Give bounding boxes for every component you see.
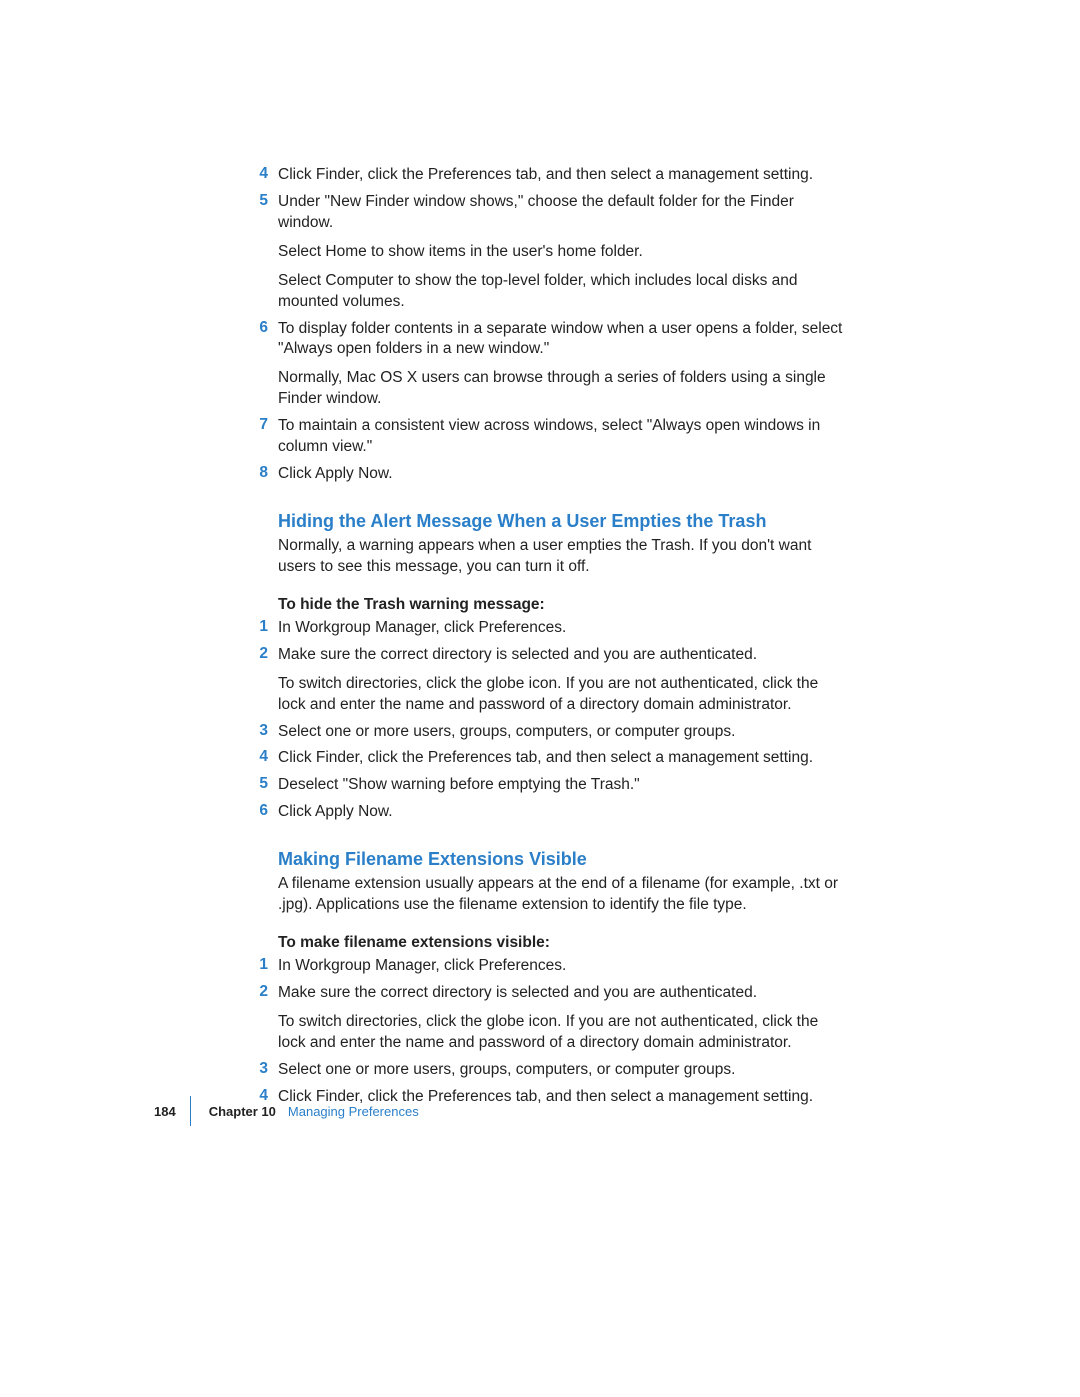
step-paragraph: In Workgroup Manager, click Preferences. [278,956,844,977]
section-intro-2: A filename extension usually appears at … [278,874,844,916]
step-paragraph: Make sure the correct directory is selec… [278,983,844,1004]
numbered-step: 4Click Finder, click the Preferences tab… [244,748,844,769]
step-body: Click Apply Now. [278,464,844,485]
step-paragraph: Select Computer to show the top-level fo… [278,271,844,313]
step-paragraph: Deselect "Show warning before emptying t… [278,775,844,796]
footer-divider [190,1096,191,1126]
step-paragraph: Under "New Finder window shows," choose … [278,192,844,234]
page-content: 4Click Finder, click the Preferences tab… [244,165,844,1114]
step-number: 2 [244,983,278,1001]
chapter-label: Chapter 10 [209,1104,276,1119]
step-number: 6 [244,319,278,337]
step-paragraph: Click Finder, click the Preferences tab,… [278,748,844,769]
step-body: To display folder contents in a separate… [278,319,844,411]
numbered-step: 5Under "New Finder window shows," choose… [244,192,844,313]
step-paragraph: Select one or more users, groups, comput… [278,722,844,743]
numbered-step: 3Select one or more users, groups, compu… [244,1060,844,1081]
step-paragraph: To display folder contents in a separate… [278,319,844,361]
numbered-step: 1In Workgroup Manager, click Preferences… [244,618,844,639]
numbered-step: 5Deselect "Show warning before emptying … [244,775,844,796]
step-body: Select one or more users, groups, comput… [278,1060,844,1081]
step-number: 4 [244,748,278,766]
step-body: In Workgroup Manager, click Preferences. [278,618,844,639]
page-number: 184 [154,1104,176,1119]
numbered-step: 7To maintain a consistent view across wi… [244,416,844,458]
step-body: Click Finder, click the Preferences tab,… [278,165,844,186]
numbered-step: 8Click Apply Now. [244,464,844,485]
step-paragraph: To maintain a consistent view across win… [278,416,844,458]
step-body: Make sure the correct directory is selec… [278,983,844,1054]
step-paragraph: Make sure the correct directory is selec… [278,645,844,666]
numbered-step: 1In Workgroup Manager, click Preferences… [244,956,844,977]
step-paragraph: In Workgroup Manager, click Preferences. [278,618,844,639]
step-paragraph: To switch directories, click the globe i… [278,1012,844,1054]
step-body: Make sure the correct directory is selec… [278,645,844,716]
step-body: Select one or more users, groups, comput… [278,722,844,743]
step-number: 6 [244,802,278,820]
step-body: In Workgroup Manager, click Preferences. [278,956,844,977]
section-intro-1: Normally, a warning appears when a user … [278,536,844,578]
step-paragraph: Click Apply Now. [278,802,844,823]
step-number: 8 [244,464,278,482]
step-number: 1 [244,956,278,974]
step-number: 2 [244,645,278,663]
task-heading-1: To hide the Trash warning message: [278,596,844,614]
numbered-step: 6Click Apply Now. [244,802,844,823]
numbered-step: 2Make sure the correct directory is sele… [244,645,844,716]
step-paragraph: Click Apply Now. [278,464,844,485]
step-paragraph: To switch directories, click the globe i… [278,674,844,716]
section-heading-1: Hiding the Alert Message When a User Emp… [278,511,844,532]
step-number: 7 [244,416,278,434]
step-paragraph: Select Home to show items in the user's … [278,242,844,263]
step-number: 1 [244,618,278,636]
numbered-step: 4Click Finder, click the Preferences tab… [244,165,844,186]
step-body: Click Apply Now. [278,802,844,823]
step-number: 5 [244,192,278,210]
page-footer: 184 Chapter 10 Managing Preferences [154,1096,419,1126]
step-body: Click Finder, click the Preferences tab,… [278,748,844,769]
numbered-step: 6To display folder contents in a separat… [244,319,844,411]
step-paragraph: Click Finder, click the Preferences tab,… [278,165,844,186]
step-number: 3 [244,1060,278,1078]
step-body: Deselect "Show warning before emptying t… [278,775,844,796]
step-paragraph: Normally, Mac OS X users can browse thro… [278,368,844,410]
step-paragraph: Select one or more users, groups, comput… [278,1060,844,1081]
task-heading-2: To make filename extensions visible: [278,934,844,952]
chapter-title: Managing Preferences [288,1104,419,1119]
step-body: To maintain a consistent view across win… [278,416,844,458]
step-body: Under "New Finder window shows," choose … [278,192,844,313]
step-number: 4 [244,165,278,183]
document-page: 4Click Finder, click the Preferences tab… [0,0,1080,1397]
section-heading-2: Making Filename Extensions Visible [278,849,844,870]
step-number: 3 [244,722,278,740]
step-number: 5 [244,775,278,793]
numbered-step: 3Select one or more users, groups, compu… [244,722,844,743]
numbered-step: 2Make sure the correct directory is sele… [244,983,844,1054]
